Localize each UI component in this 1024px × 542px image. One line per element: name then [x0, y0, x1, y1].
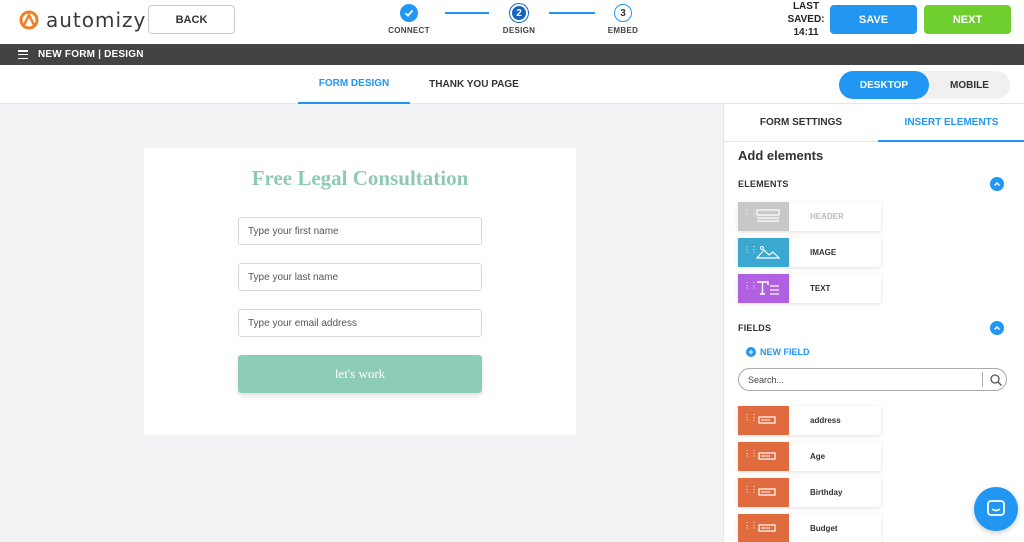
- insert-panel: FORM SETTINGS INSERT ELEMENTS Add elemen…: [723, 104, 1024, 542]
- last-saved-line1: LAST: [792, 1, 820, 12]
- top-bar: automizy BACK CONNECT 2 DESIGN 3 EMBED L…: [0, 0, 1024, 44]
- element-chip: ⋮⋮: [738, 238, 789, 267]
- field-search: [738, 368, 1007, 391]
- last-saved-time: 14:11: [793, 27, 819, 38]
- drag-handle-icon[interactable]: ⋮⋮: [743, 414, 758, 422]
- fields-section-label: FIELDS: [738, 323, 772, 333]
- field-name: Birthday: [810, 488, 843, 497]
- field-name: Age: [810, 452, 826, 461]
- drag-handle-icon[interactable]: ⋮⋮: [743, 450, 758, 458]
- field-search-input[interactable]: [748, 374, 968, 386]
- desktop-view-button[interactable]: DESKTOP: [839, 71, 929, 99]
- tab-form-settings[interactable]: FORM SETTINGS: [724, 104, 878, 142]
- drag-handle-icon[interactable]: ⋮⋮: [743, 486, 758, 494]
- step-label: CONNECT: [388, 26, 430, 35]
- automizy-logo-icon: [19, 10, 39, 30]
- search-icon[interactable]: [989, 373, 1003, 387]
- step-number: 3: [614, 4, 632, 22]
- field-chip: ⋮⋮: [738, 442, 789, 471]
- header-icon: [756, 209, 780, 222]
- input-field-icon: [758, 416, 776, 424]
- check-icon: [400, 4, 418, 22]
- element-header[interactable]: ⋮⋮ HEADER: [738, 202, 881, 231]
- save-button[interactable]: SAVE: [830, 5, 917, 34]
- page-title-bar: NEW FORM | DESIGN: [0, 44, 1024, 65]
- form-preview-card[interactable]: Free Legal Consultation Type your first …: [144, 148, 576, 435]
- field-item-address[interactable]: ⋮⋮ address: [738, 406, 881, 435]
- collapse-elements-chevron-icon[interactable]: [990, 177, 1004, 191]
- next-button[interactable]: NEXT: [924, 5, 1011, 34]
- element-name: TEXT: [810, 284, 831, 293]
- field-item-age[interactable]: ⋮⋮ Age: [738, 442, 881, 471]
- first-name-field[interactable]: Type your first name: [238, 217, 482, 245]
- element-text[interactable]: ⋮⋮ TEXT: [738, 274, 881, 303]
- step-connector: [445, 12, 489, 14]
- search-divider: [982, 372, 983, 387]
- last-saved-status: LAST SAVED: 14:11: [787, 0, 825, 39]
- last-name-field[interactable]: Type your last name: [238, 263, 482, 291]
- form-submit-button[interactable]: let's work: [238, 355, 482, 393]
- step-label: EMBED: [607, 26, 639, 35]
- step-embed[interactable]: 3 EMBED: [593, 4, 653, 35]
- input-field-icon: [758, 524, 776, 532]
- element-name: IMAGE: [810, 248, 837, 257]
- last-saved-line2: SAVED:: [787, 14, 825, 25]
- form-title[interactable]: Free Legal Consultation: [144, 166, 576, 191]
- design-tabs-bar: FORM DESIGN THANK YOU PAGE DESKTOP MOBIL…: [0, 65, 1024, 104]
- new-field-button[interactable]: + NEW FIELD: [746, 347, 810, 357]
- plus-circle-icon: +: [746, 347, 756, 357]
- chat-icon: [987, 500, 1005, 516]
- drag-handle-icon[interactable]: ⋮⋮: [743, 210, 758, 218]
- text-icon: [757, 281, 779, 295]
- field-chip: ⋮⋮: [738, 406, 789, 435]
- add-elements-heading: Add elements: [738, 148, 824, 163]
- element-chip: ⋮⋮: [738, 202, 789, 231]
- email-field[interactable]: Type your email address: [238, 309, 482, 337]
- field-item-budget[interactable]: ⋮⋮ Budget: [738, 514, 881, 542]
- page-title: NEW FORM | DESIGN: [38, 49, 144, 60]
- tab-form-design[interactable]: FORM DESIGN: [298, 65, 410, 104]
- drag-handle-icon[interactable]: ⋮⋮: [743, 282, 758, 290]
- element-image[interactable]: ⋮⋮ IMAGE: [738, 238, 881, 267]
- field-item-birthday[interactable]: ⋮⋮ Birthday: [738, 478, 881, 507]
- step-number: 2: [510, 4, 528, 22]
- collapse-fields-chevron-icon[interactable]: [990, 321, 1004, 335]
- device-toggle: DESKTOP MOBILE: [839, 71, 1010, 99]
- drag-handle-icon[interactable]: ⋮⋮: [743, 522, 758, 530]
- new-field-label: NEW FIELD: [760, 347, 810, 357]
- field-name: address: [810, 416, 841, 425]
- back-button[interactable]: BACK: [148, 5, 235, 34]
- mobile-view-button[interactable]: MOBILE: [929, 71, 1010, 99]
- step-connector: [549, 12, 595, 14]
- hamburger-menu-icon[interactable]: [18, 50, 28, 59]
- image-icon: [756, 246, 780, 259]
- field-name: Budget: [810, 524, 838, 533]
- element-chip: ⋮⋮: [738, 274, 789, 303]
- step-connect[interactable]: CONNECT: [379, 4, 439, 35]
- brand-name: automizy: [46, 8, 147, 32]
- step-design[interactable]: 2 DESIGN: [489, 4, 549, 35]
- tab-thank-you-page[interactable]: THANK YOU PAGE: [420, 65, 528, 104]
- step-label: DESIGN: [502, 26, 536, 35]
- input-field-icon: [758, 488, 776, 496]
- field-chip: ⋮⋮: [738, 514, 789, 542]
- drag-handle-icon[interactable]: ⋮⋮: [743, 246, 758, 254]
- elements-section-label: ELEMENTS: [738, 179, 789, 189]
- input-field-icon: [758, 452, 776, 460]
- tab-insert-elements[interactable]: INSERT ELEMENTS: [878, 104, 1024, 142]
- element-name: HEADER: [810, 212, 844, 221]
- field-chip: ⋮⋮: [738, 478, 789, 507]
- chat-support-button[interactable]: [974, 487, 1018, 531]
- automizy-logo[interactable]: automizy: [18, 8, 146, 32]
